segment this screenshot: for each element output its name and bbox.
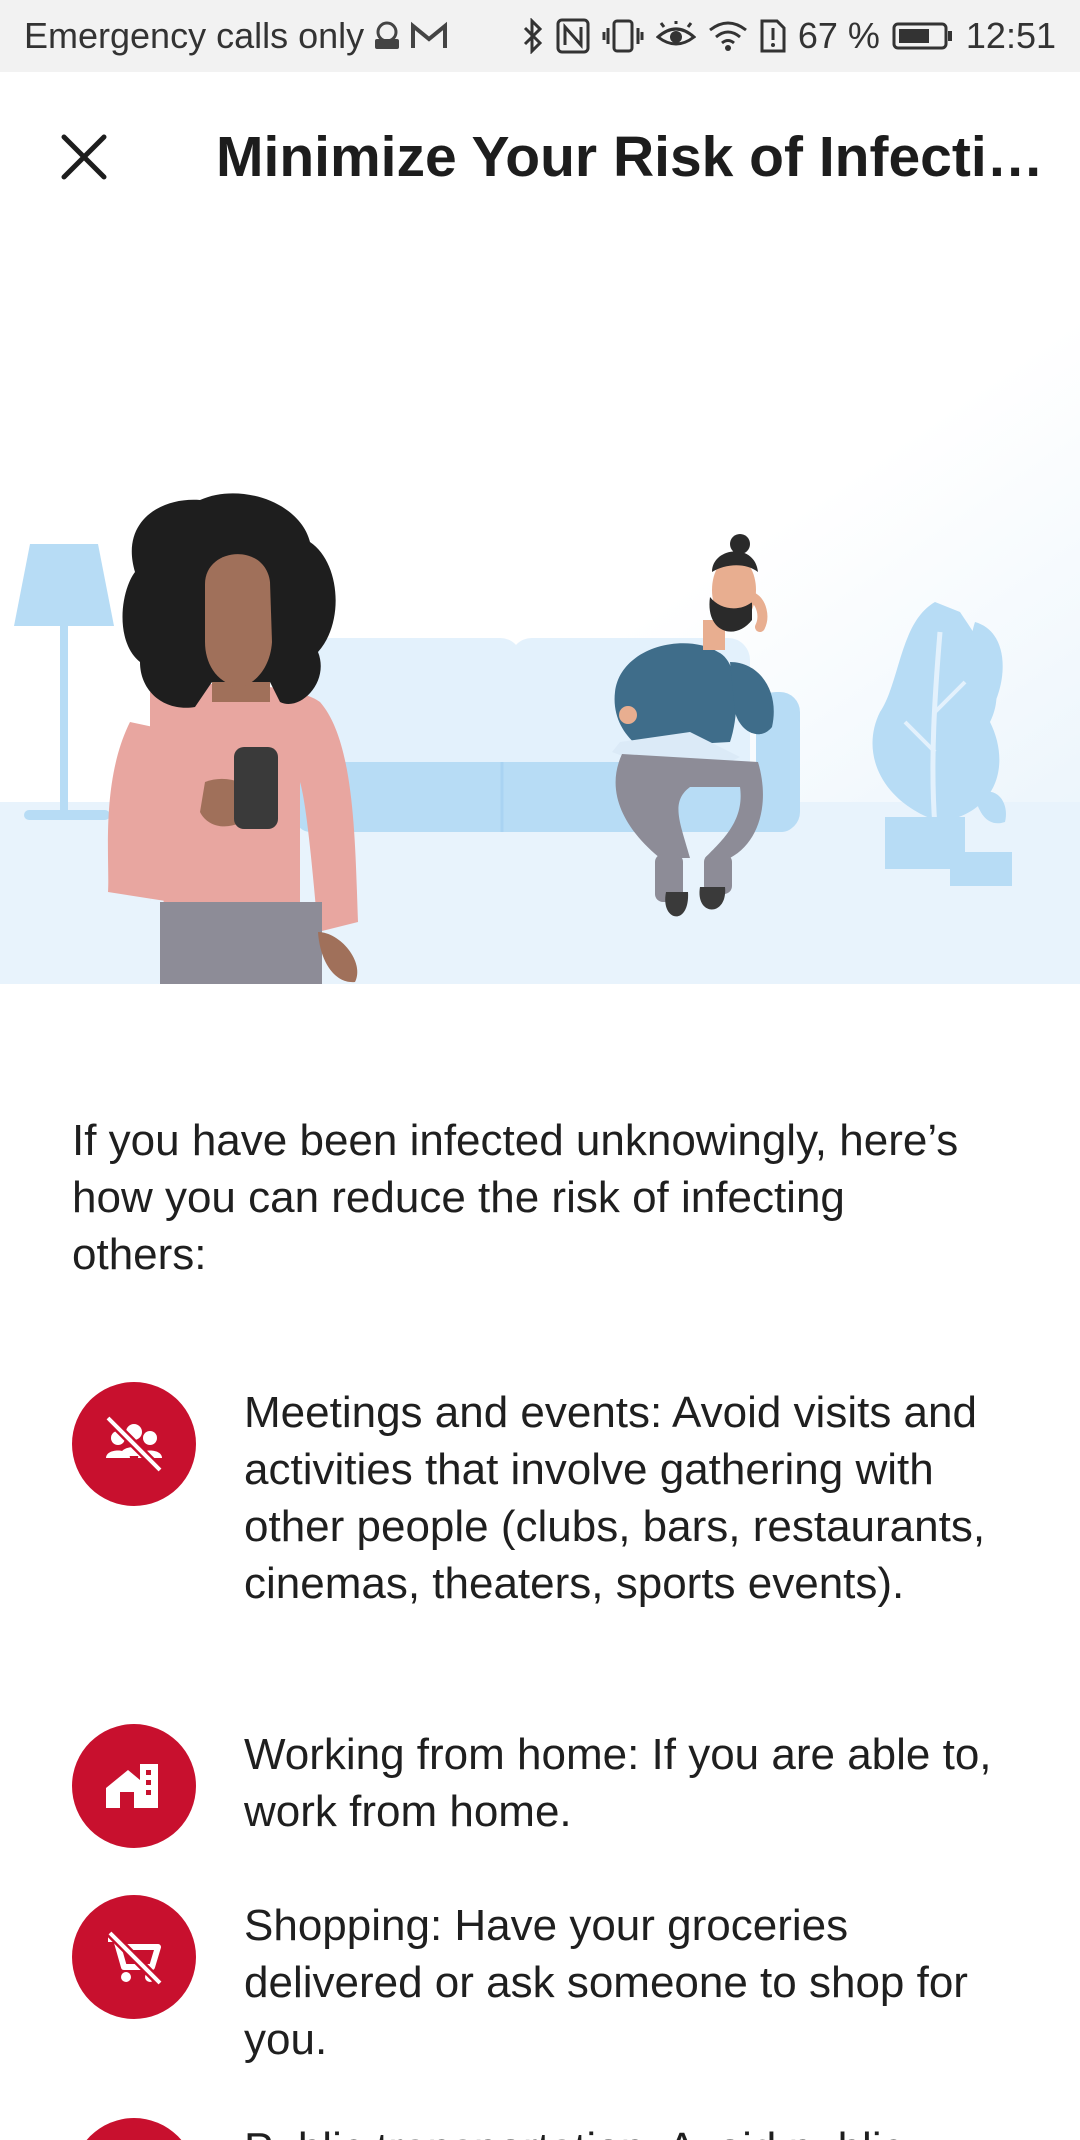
vpn-icon [370,19,404,53]
intro-text: If you have been infected unknowingly, h… [72,1116,959,1279]
vibrate-icon [602,18,644,54]
wifi-icon [708,20,748,52]
gmail-icon [410,21,448,51]
status-left: Emergency calls only [24,15,448,57]
sim-alert-icon [760,19,786,53]
page-title: Minimize Your Risk of Infecti… [216,125,1044,189]
carrier-text: Emergency calls only [24,15,365,56]
bluetooth-icon [522,18,544,54]
battery-percent: 67 % [797,15,880,56]
tip-icon-container [72,1724,196,1848]
no-gathering-icon [104,1414,164,1474]
clock: 12:51 [965,15,1056,56]
tip-icon-container [72,2118,196,2140]
battery-icon [892,21,954,51]
close-button[interactable] [44,117,124,197]
app-bar: Minimize Your Risk of Infecti… [0,72,1080,242]
no-shopping-icon [106,1929,164,1987]
tip-text: Meetings and events: Avoid visits and ac… [244,1388,986,1608]
work-from-home-icon [106,1764,158,1808]
tip-text: Working from home: If you are able to, w… [244,1730,992,1836]
eye-comfort-icon [655,21,696,51]
status-right: 67 % 12:51 [522,15,1056,57]
tip-icon-container [72,1382,196,1506]
nfc-icon [556,18,590,54]
living-room-illustration [0,242,1080,984]
hero-illustration [0,242,1080,984]
close-icon[interactable] [60,133,108,181]
status-bar: Emergency calls only 67 % 12:51 [0,0,1080,72]
tip-icon-container [72,1895,196,2019]
tip-text: Shopping: Have your groceries delivered … [244,1901,968,2064]
tip-text: Public transportation: Avoid public [244,2120,1014,2140]
